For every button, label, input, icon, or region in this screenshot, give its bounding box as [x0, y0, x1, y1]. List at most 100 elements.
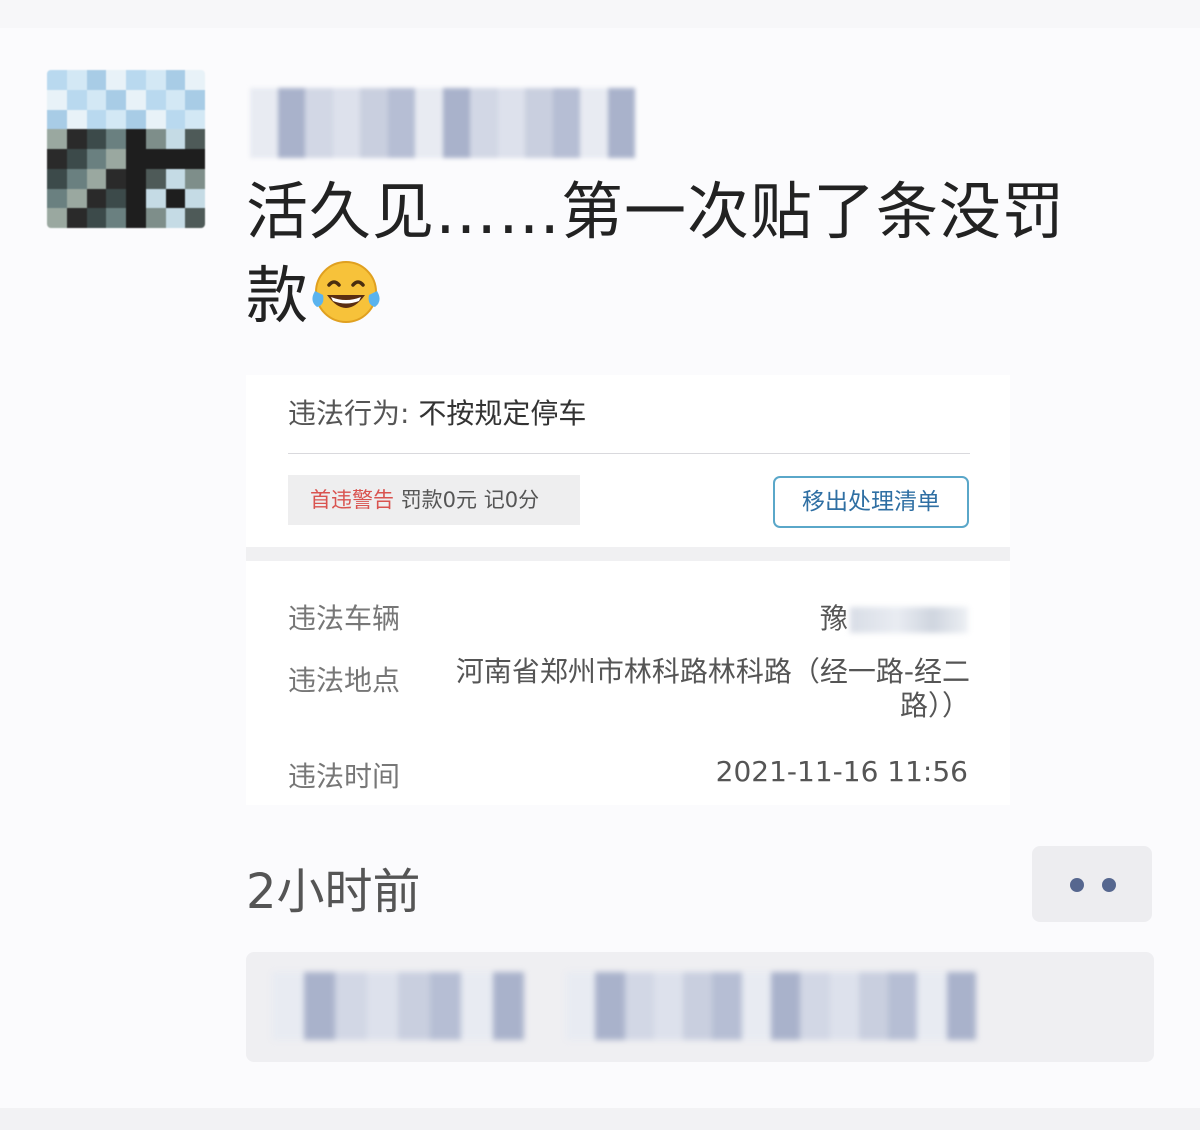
blur-block: [858, 972, 889, 1040]
blur-block: [366, 972, 398, 1040]
avatar[interactable]: [47, 70, 205, 228]
avatar-pixel: [86, 168, 107, 189]
avatar-pixel: [66, 168, 87, 189]
avatar-pixel: [145, 109, 166, 130]
comment-blur: [272, 972, 524, 1040]
avatar-pixel: [126, 109, 146, 130]
penalty-badge: 首违警告 罚款0元 记0分: [288, 475, 580, 525]
avatar-pixel: [86, 129, 107, 149]
blur-block: [888, 972, 918, 1040]
avatar-pixel: [145, 129, 166, 149]
ticket-card[interactable]: 违法行为: 不按规定停车 首违警告 罚款0元 记0分 移出处理清单 违法车辆 豫…: [246, 375, 1010, 805]
blur-block: [272, 972, 304, 1040]
avatar-pixel: [165, 168, 186, 189]
blur-block: [332, 88, 360, 158]
avatar-pixel: [86, 208, 107, 228]
location-value: 河南省郑州市林科路林科路（经一路-经二路））: [455, 655, 970, 722]
blur-block: [303, 972, 335, 1040]
avatar-pixel: [106, 89, 126, 110]
avatar-pixel: [66, 109, 87, 130]
avatar-pixel: [86, 70, 107, 90]
divider: [288, 453, 970, 454]
avatar-pixel: [66, 89, 87, 110]
time-value: 2021-11-16 11:56: [715, 755, 968, 788]
avatar-pixel: [47, 168, 67, 189]
avatar-pixel: [47, 149, 67, 169]
avatar-pixel: [106, 129, 126, 149]
time-label: 违法时间: [288, 760, 401, 793]
blur-block: [442, 88, 470, 158]
blur-block: [552, 88, 580, 158]
avatar-pixel: [106, 168, 126, 189]
blur-block: [946, 972, 976, 1040]
avatar-pixel: [47, 70, 67, 90]
avatar-pixel: [47, 188, 67, 209]
username-blurred[interactable]: [250, 88, 635, 158]
avatar-pixel: [106, 70, 126, 90]
avatar-pixel: [47, 109, 67, 130]
avatar-pixel: [165, 109, 186, 130]
comment-bar[interactable]: [246, 952, 1154, 1062]
vehicle-label: 违法车辆: [288, 602, 401, 635]
laughing-tears-icon: [312, 261, 380, 323]
blur-block: [497, 88, 525, 158]
avatar-pixel: [126, 89, 146, 110]
blur-block: [624, 972, 654, 1040]
behavior-label: 违法行为:: [288, 397, 410, 430]
blur-block: [525, 88, 553, 158]
avatar-pixel: [126, 168, 146, 189]
blur-block: [335, 972, 367, 1040]
avatar-pixel: [66, 70, 87, 90]
more-dot-icon: [1070, 878, 1084, 892]
blur-block: [653, 972, 684, 1040]
avatar-pixel: [165, 70, 186, 90]
blur-block: [415, 88, 443, 158]
remove-from-list-button[interactable]: 移出处理清单: [773, 476, 969, 528]
avatar-pixel: [165, 188, 186, 209]
avatar-pixel: [47, 89, 67, 110]
avatar-pixel: [86, 188, 107, 209]
blur-block: [595, 972, 625, 1040]
avatar-pixel: [126, 149, 146, 169]
vehicle-plate-prefix: 豫: [819, 602, 848, 635]
penalty-detail: 罚款0元 记0分: [400, 488, 540, 512]
avatar-pixel: [86, 109, 107, 130]
section-gap: [246, 547, 1010, 561]
avatar-pixel: [86, 89, 107, 110]
blur-block: [305, 88, 333, 158]
blur-block: [800, 972, 830, 1040]
blur-block: [470, 88, 498, 158]
blur-block: [580, 88, 608, 158]
avatar-pixel: [47, 129, 67, 149]
avatar-pixel: [145, 188, 166, 209]
avatar-pixel: [126, 208, 146, 228]
avatar-pixel: [145, 149, 166, 169]
location-label: 违法地点: [288, 664, 401, 697]
avatar-pixel: [145, 70, 166, 90]
more-options-button[interactable]: [1032, 846, 1152, 922]
blur-block: [770, 972, 801, 1040]
avatar-pixel: [106, 109, 126, 130]
avatar-pixel: [145, 89, 166, 110]
blur-block: [277, 88, 305, 158]
avatar-pixel: [106, 149, 126, 169]
blur-block: [566, 972, 596, 1040]
behavior-value: 不按规定停车: [418, 397, 587, 430]
blur-block: [683, 972, 713, 1040]
blur-block: [398, 972, 430, 1040]
blur-block: [829, 972, 859, 1040]
post-time: 2小时前: [246, 864, 421, 920]
blur-block: [492, 972, 524, 1040]
avatar-pixel: [66, 208, 87, 228]
avatar-pixel: [165, 149, 186, 169]
blur-block: [712, 972, 742, 1040]
plate-blur: [850, 607, 968, 633]
avatar-pixel: [185, 70, 205, 90]
avatar-pixel: [47, 208, 67, 228]
penalty-warning: 首违警告: [310, 488, 394, 512]
avatar-pixel: [145, 168, 166, 189]
vehicle-value: 豫: [820, 597, 968, 637]
blur-block: [387, 88, 415, 158]
avatar-pixel: [165, 208, 186, 228]
blur-block: [360, 88, 388, 158]
